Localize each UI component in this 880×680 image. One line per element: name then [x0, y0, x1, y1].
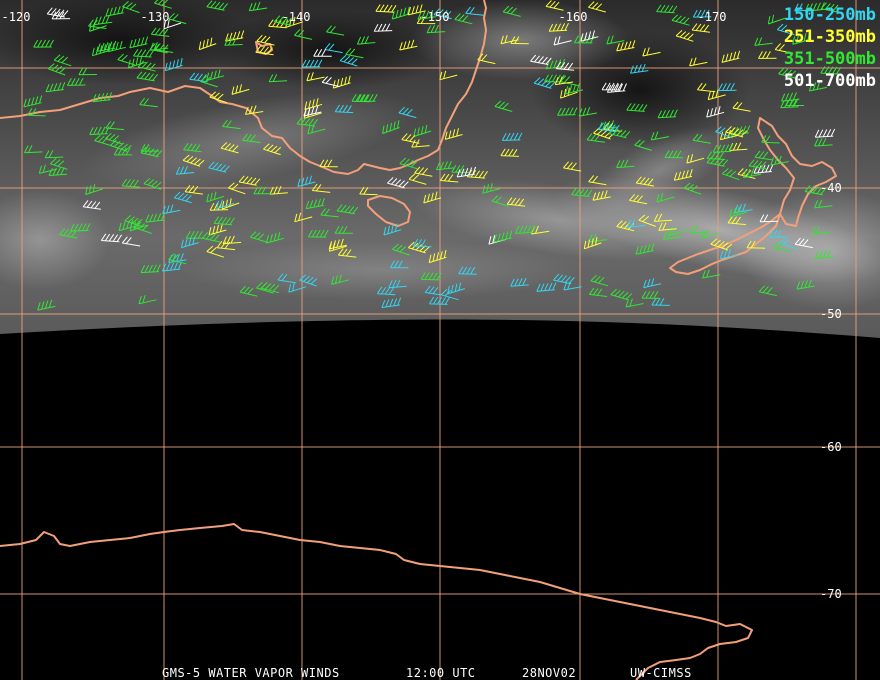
lat-label: -60 [820, 440, 842, 454]
lat-label: -70 [820, 587, 842, 601]
lat-label: -40 [820, 181, 842, 195]
lon-label: -170 [698, 10, 727, 24]
footer-time: 12:00 UTC [406, 666, 476, 680]
footer-source: UW-CIMSS [630, 666, 692, 680]
legend-item-501-700: 501-700mb [784, 71, 876, 91]
footer-caption: GMS-5 WATER VAPOR WINDS 12:00 UTC 28NOV0… [162, 666, 692, 680]
lon-label: -140 [282, 10, 311, 24]
footer-date: 28NOV02 [522, 666, 576, 680]
lon-label: -130 [141, 10, 170, 24]
legend-item-251-350: 251-350mb [784, 27, 876, 47]
lon-label: -120 [2, 10, 31, 24]
satellite-map: -120 -130 -140 -150 -160 -170 -40 -50 -6… [0, 0, 880, 680]
lon-label: -150 [421, 10, 450, 24]
footer-product: GMS-5 WATER VAPOR WINDS [162, 666, 340, 680]
legend-item-351-500: 351-500mb [784, 49, 876, 69]
lon-label: -160 [559, 10, 588, 24]
antarctica-coastline [0, 523, 753, 680]
lat-label: -50 [820, 307, 842, 321]
legend-item-150-250: 150-250mb [784, 5, 876, 25]
